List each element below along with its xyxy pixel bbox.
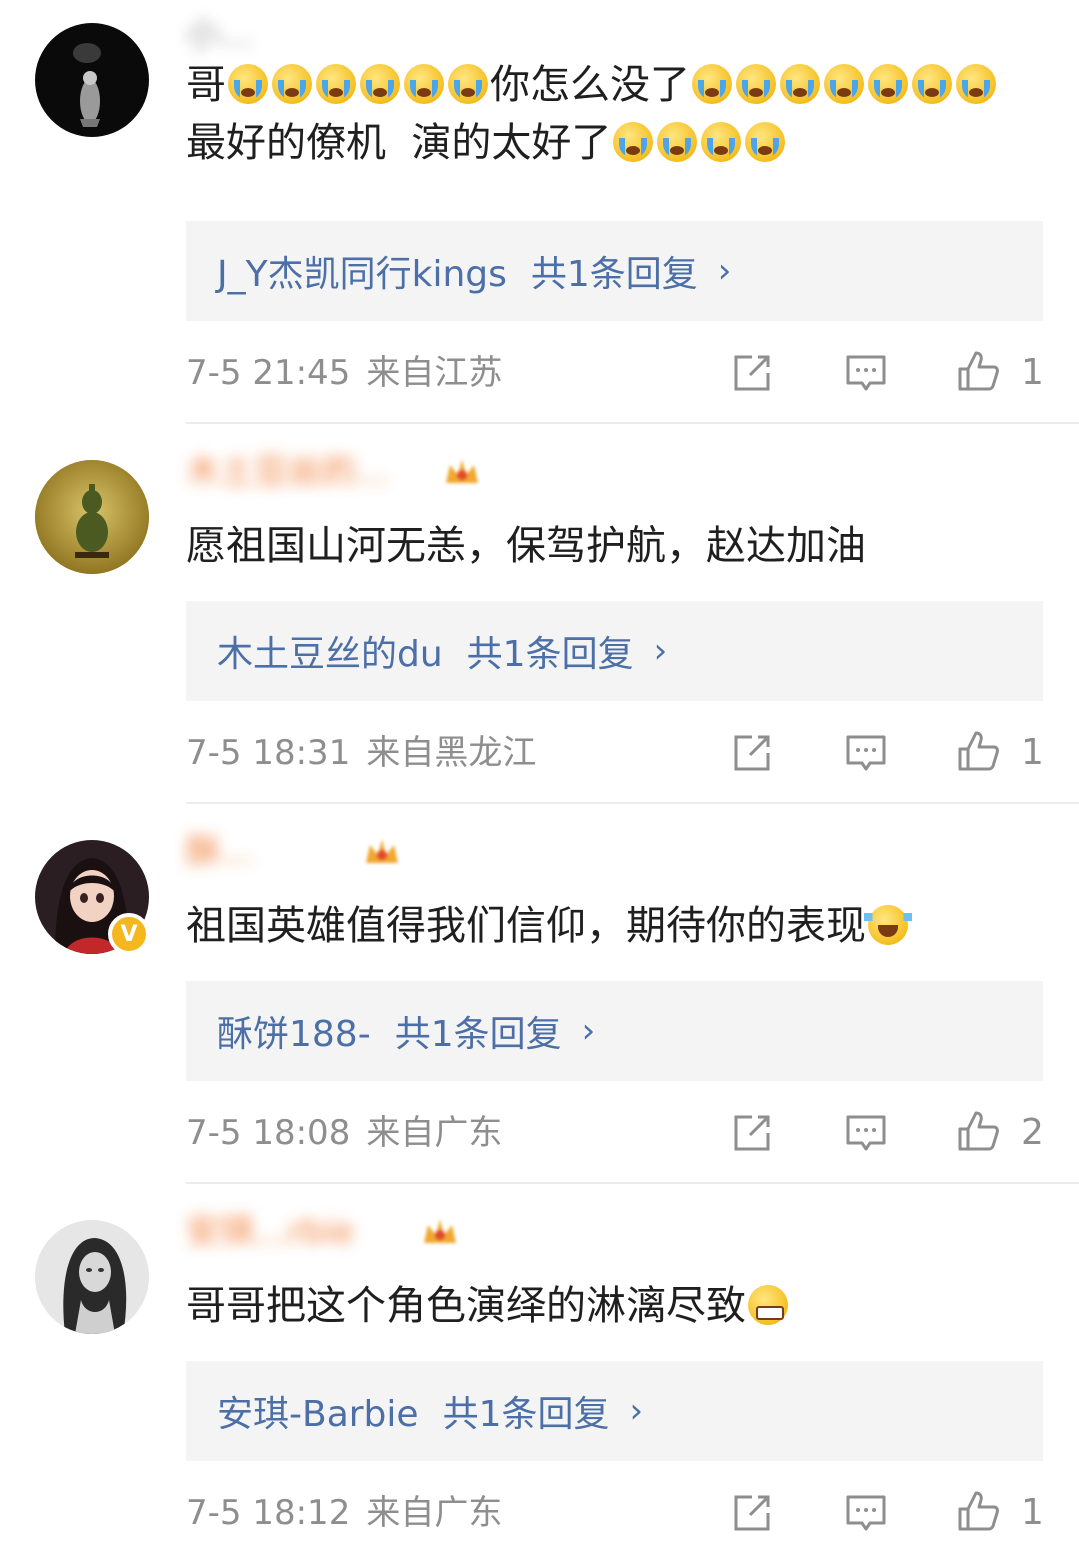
comment-item: V 酥… 祖国英雄值得我们信仰，期待你的表现 酥饼188- 共1条回复 › 7-… — [0, 817, 1079, 1197]
crown-badge-icon — [446, 459, 478, 483]
crying-emoji-icon — [956, 64, 996, 104]
reply-preview-box[interactable]: 酥饼188- 共1条回复 › — [186, 981, 1043, 1081]
verified-badge-icon: V — [108, 913, 150, 955]
comment-text: 愿祖国山河无恙，保驾护航，赵达加油 — [186, 523, 866, 569]
crying-emoji-icon — [360, 64, 400, 104]
crying-emoji-icon — [692, 64, 732, 104]
comment-item: 木土豆丝的… 愿祖国山河无恙，保驾护航，赵达加油 木土豆丝的du 共1条回复 ›… — [0, 437, 1079, 817]
divider — [186, 422, 1079, 424]
username[interactable]: 酥… — [186, 829, 254, 875]
comment-item: 小… 哥 你怎么没了最好的僚机 演的太好了 J_Y杰凯同行kings 共1条回复 … — [0, 0, 1079, 393]
crying-emoji-icon — [780, 64, 820, 104]
crying-emoji-icon — [745, 122, 786, 162]
comment-meta: 7-5 18:31 来自黑龙江 — [186, 730, 536, 776]
comment-time: 7-5 18:12 — [186, 1493, 351, 1533]
comment-text-part: 最好的僚机 演的太好了 — [186, 120, 612, 166]
comment-meta: 7-5 18:08 来自广东 — [186, 1110, 502, 1156]
comment-location: 来自广东 — [366, 1493, 503, 1533]
comment-text: 哥哥把这个角色演绎的淋漓尽致 — [186, 1277, 1066, 1335]
thumbs-up-icon[interactable] — [956, 349, 1000, 393]
username[interactable]: 小… — [186, 12, 254, 58]
crying-emoji-icon — [912, 64, 952, 104]
chevron-right-icon: › — [653, 631, 668, 671]
crying-emoji-icon — [868, 64, 908, 104]
comment-time: 7-5 18:31 — [186, 733, 351, 773]
thumbs-up-icon[interactable] — [956, 1489, 1000, 1533]
divider — [186, 1182, 1079, 1184]
crying-emoji-icon — [824, 64, 864, 104]
comment-meta: 7-5 21:45 来自江苏 — [186, 350, 502, 396]
comment-text-part: 哥 — [186, 62, 226, 108]
crying-emoji-icon — [448, 64, 488, 104]
chevron-right-icon: › — [717, 251, 732, 291]
reply-username[interactable]: J_Y杰凯同行kings — [217, 245, 507, 297]
reply-preview-box[interactable]: 安琪-Barbie 共1条回复 › — [186, 1361, 1043, 1461]
comment-text-part: 你怎么没了 — [490, 62, 690, 108]
grin-emoji-icon — [748, 1285, 788, 1325]
reply-preview-box[interactable]: J_Y杰凯同行kings 共1条回复 › — [186, 221, 1043, 321]
comment-meta: 7-5 18:12 来自广东 — [186, 1490, 502, 1536]
user-avatar[interactable] — [35, 1220, 149, 1334]
share-icon[interactable] — [730, 351, 774, 395]
like-count: 1 — [1021, 732, 1044, 773]
crying-emoji-icon — [701, 122, 742, 162]
reply-count[interactable]: 共1条回复 — [443, 1385, 610, 1437]
crying-emoji-icon — [736, 64, 776, 104]
reply-count[interactable]: 共1条回复 — [395, 1005, 562, 1057]
reply-preview-box[interactable]: 木土豆丝的du 共1条回复 › — [186, 601, 1043, 701]
reply-count[interactable]: 共1条回复 — [531, 245, 698, 297]
share-icon[interactable] — [730, 731, 774, 775]
crying-emoji-icon — [404, 64, 444, 104]
thumbs-up-icon[interactable] — [956, 729, 1000, 773]
like-count: 1 — [1021, 352, 1044, 393]
reply-username[interactable]: 木土豆丝的du — [217, 625, 443, 677]
comment-icon[interactable] — [844, 1111, 888, 1155]
crown-badge-icon — [366, 839, 398, 863]
share-icon[interactable] — [730, 1111, 774, 1155]
reply-count[interactable]: 共1条回复 — [467, 625, 634, 677]
laugh-cry-emoji-icon — [864, 905, 912, 945]
user-avatar[interactable] — [35, 23, 149, 137]
crown-badge-icon — [424, 1219, 456, 1243]
comment-icon[interactable] — [844, 1491, 888, 1535]
reply-username[interactable]: 安琪-Barbie — [217, 1385, 419, 1437]
comment-time: 7-5 18:08 — [186, 1113, 351, 1153]
comment-text-part: 哥哥把这个角色演绎的淋漓尽致 — [186, 1283, 746, 1329]
comment-item: 安琪…rbie 哥哥把这个角色演绎的淋漓尽致 安琪-Barbie 共1条回复 ›… — [0, 1197, 1079, 1550]
comment-location: 来自黑龙江 — [366, 733, 537, 773]
chevron-right-icon: › — [581, 1011, 596, 1051]
username[interactable]: 木土豆丝的… — [186, 449, 390, 495]
share-icon[interactable] — [730, 1491, 774, 1535]
thumbs-up-icon[interactable] — [956, 1109, 1000, 1153]
comment-icon[interactable] — [844, 731, 888, 775]
comment-location: 来自广东 — [366, 1113, 503, 1153]
reply-username[interactable]: 酥饼188- — [217, 1005, 371, 1057]
crying-emoji-icon — [613, 122, 654, 162]
comment-text-part: 祖国英雄值得我们信仰，期待你的表现 — [186, 903, 866, 949]
comment-icon[interactable] — [844, 351, 888, 395]
crying-emoji-icon — [228, 64, 268, 104]
comment-location: 来自江苏 — [366, 353, 503, 393]
like-count: 1 — [1021, 1492, 1044, 1533]
comment-text: 哥 你怎么没了最好的僚机 演的太好了 — [186, 56, 1066, 172]
crying-emoji-icon — [657, 122, 698, 162]
user-avatar[interactable] — [35, 460, 149, 574]
crying-emoji-icon — [272, 64, 312, 104]
username[interactable]: 安琪…rbie — [186, 1209, 354, 1255]
comment-time: 7-5 21:45 — [186, 353, 351, 393]
like-count: 2 — [1021, 1112, 1044, 1153]
comment-text: 祖国英雄值得我们信仰，期待你的表现 — [186, 897, 1066, 955]
crying-emoji-icon — [316, 64, 356, 104]
chevron-right-icon: › — [629, 1391, 644, 1431]
divider — [186, 802, 1079, 804]
